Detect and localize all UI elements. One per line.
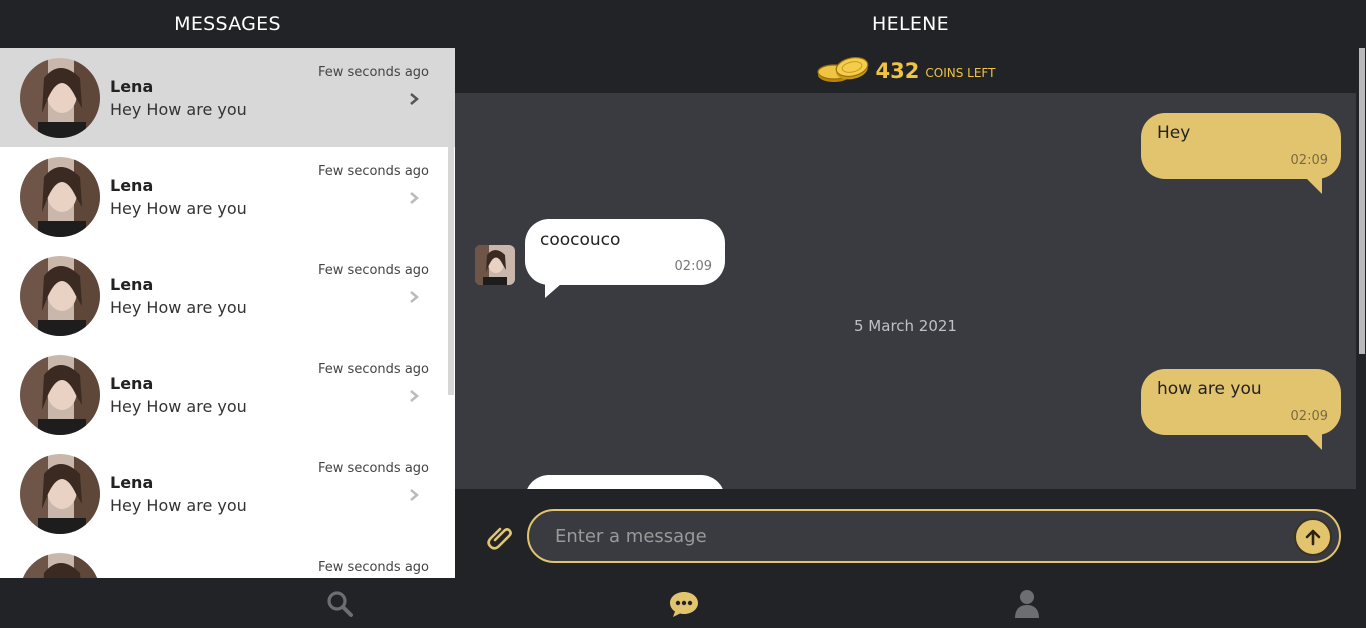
message-text: how are you (1157, 379, 1262, 399)
coin-balance: 432 COINS LEFT (455, 48, 1356, 93)
conversation-time: Few seconds ago (318, 164, 429, 179)
conversation-name: Lena (110, 374, 154, 393)
avatar (20, 58, 100, 138)
message-text: Hey (1157, 123, 1191, 143)
message-bubble-incoming (525, 475, 725, 489)
nav-search[interactable] (324, 588, 356, 620)
conversation-preview: Hey How are you (110, 100, 247, 119)
message-text: coocouco (540, 230, 621, 250)
chevron-right-icon (408, 487, 420, 501)
conversation-item[interactable]: Lena Hey How are you Few seconds ago (0, 147, 455, 246)
send-button[interactable] (1294, 518, 1332, 556)
conversation-preview: Hey How are you (110, 397, 247, 416)
bubble-tail (1306, 178, 1322, 194)
conversation-scrollbar[interactable] (448, 99, 454, 395)
avatar (20, 454, 100, 534)
message-time: 02:09 (1290, 409, 1328, 424)
chevron-right-icon (408, 190, 420, 204)
coin-count: 432 (875, 58, 920, 83)
message-bubble-outgoing: how are you 02:09 (1141, 369, 1341, 435)
message-input[interactable] (527, 509, 1341, 563)
conversation-item[interactable]: Lena Hey How are you Few seconds ago (0, 246, 455, 345)
conversation-time: Few seconds ago (318, 560, 429, 575)
chat-messages-area: Hey 02:09 coocouco 02:09 5 March 2021 ho… (455, 93, 1356, 489)
chat-title: HELENE (455, 0, 1366, 48)
chevron-right-icon (408, 289, 420, 303)
conversation-item[interactable]: Few seconds ago (0, 543, 455, 578)
conversation-item[interactable]: Lena Hey How are you Few seconds ago (0, 345, 455, 444)
coins-icon (816, 54, 870, 88)
coin-label: COINS LEFT (925, 65, 996, 80)
bubble-tail (545, 284, 561, 298)
bubble-tail (1306, 434, 1322, 450)
conversation-preview: Hey How are you (110, 199, 247, 218)
conversation-name: Lena (110, 473, 154, 492)
conversation-item[interactable]: Lena Hey How are you Few seconds ago (0, 444, 455, 543)
avatar (20, 553, 100, 578)
messages-header: MESSAGES (0, 0, 455, 48)
chat-scrollbar[interactable] (1359, 48, 1365, 354)
conversation-item[interactable]: Lena Hey How are you Few seconds ago (0, 48, 455, 147)
nav-profile[interactable] (1011, 588, 1043, 620)
bottom-navigation (0, 578, 1366, 628)
conversation-name: Lena (110, 176, 154, 195)
conversation-list: Lena Hey How are you Few seconds ago Len… (0, 48, 455, 578)
conversation-preview: Hey How are you (110, 496, 247, 515)
message-bubble-outgoing: Hey 02:09 (1141, 113, 1341, 179)
chat-icon (670, 592, 698, 617)
avatar (20, 355, 100, 435)
conversation-time: Few seconds ago (318, 362, 429, 377)
conversation-time: Few seconds ago (318, 65, 429, 80)
paperclip-icon[interactable] (487, 522, 513, 550)
date-separator: 5 March 2021 (854, 317, 957, 335)
conversation-name: Lena (110, 77, 154, 96)
chevron-right-icon (408, 388, 420, 402)
search-icon (327, 591, 353, 617)
avatar (20, 157, 100, 237)
avatar (475, 245, 515, 285)
user-icon (1015, 590, 1039, 618)
arrow-up-icon (1305, 529, 1321, 546)
message-time: 02:09 (674, 259, 712, 274)
conversation-preview: Hey How are you (110, 298, 247, 317)
avatar (20, 256, 100, 336)
message-composer (455, 489, 1366, 578)
conversation-time: Few seconds ago (318, 263, 429, 278)
message-time: 02:09 (1290, 153, 1328, 168)
message-bubble-incoming: coocouco 02:09 (525, 219, 725, 285)
conversation-name: Lena (110, 275, 154, 294)
conversation-time: Few seconds ago (318, 461, 429, 476)
nav-chat[interactable] (668, 588, 700, 620)
chevron-right-icon (408, 91, 420, 105)
